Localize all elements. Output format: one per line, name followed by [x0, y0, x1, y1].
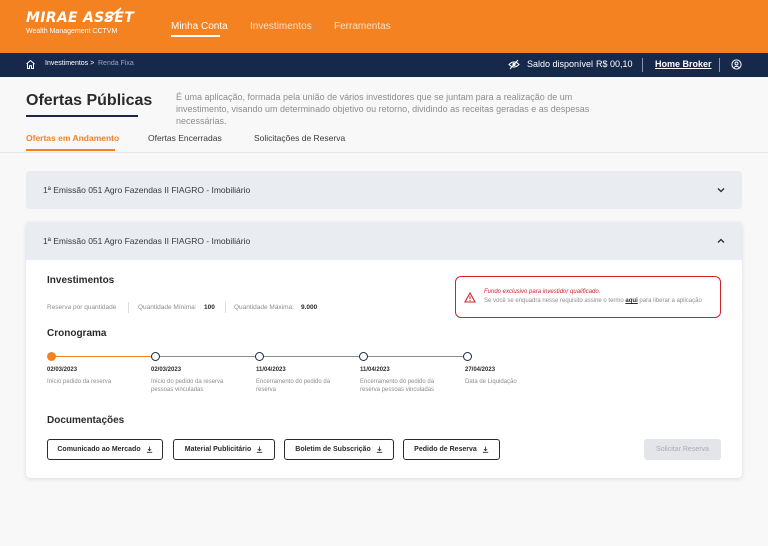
divider: [225, 302, 226, 313]
top-bar: MIRAE ASSET Wealth Management CCTVM Minh…: [0, 0, 768, 53]
nav-minha-conta[interactable]: Minha Conta: [171, 21, 228, 32]
quantidade-minima-value: 100: [204, 304, 215, 311]
quantidade-maxima-label: Quantidade Máxima:: [234, 304, 294, 311]
alert-text: Se você se enquadra nesse requisito assi…: [484, 298, 702, 304]
timeline-step-date: 11/04/2023: [360, 367, 390, 373]
nav-investimentos[interactable]: Investimentos: [250, 21, 312, 32]
brand-subtitle: Wealth Management CCTVM: [26, 28, 118, 35]
timeline-step-desc: Início pedido da reserva: [47, 379, 112, 385]
brand-swoosh-icon: [104, 7, 122, 21]
alert-text-after: para liberar a aplicação: [637, 298, 702, 304]
download-icon: [257, 446, 263, 453]
download-icon: [146, 446, 152, 453]
investimentos-title: Investimentos: [47, 275, 115, 286]
button-label: Pedido de Reserva: [414, 446, 477, 453]
timeline-step-desc: Data de Liquidação: [465, 379, 517, 385]
home-broker-link[interactable]: Home Broker: [655, 59, 712, 69]
tab-active-indicator: [26, 149, 115, 151]
quantidade-maxima-value: 9.000: [301, 304, 318, 311]
quantidade-minima-label: Quantidade Mínima:: [138, 304, 197, 311]
page-title: Ofertas Públicas: [26, 92, 153, 109]
offer-accordion-collapsed[interactable]: 1ª Emissão 051 Agro Fazendas II FIAGRO -…: [26, 171, 742, 209]
nav-active-indicator: [171, 35, 220, 37]
timeline-step-dot: [359, 352, 368, 361]
offer-accordion-header[interactable]: 1ª Emissão 051 Agro Fazendas II FIAGRO -…: [26, 222, 742, 260]
documentacoes-title: Documentações: [47, 415, 125, 426]
saldo-label: Saldo disponível: [527, 59, 594, 69]
alert-text-before: Se você se enquadra nesse requisito assi…: [484, 298, 626, 304]
title-underline: [26, 115, 138, 117]
divider: [642, 58, 643, 72]
breadcrumb-bar: Investimentos > Renda Fixa Saldo disponí…: [0, 53, 768, 77]
breadcrumb-renda-fixa: Renda Fixa: [98, 60, 134, 67]
chevron-down-icon[interactable]: [716, 185, 726, 195]
breadcrumb-investimentos[interactable]: Investimentos >: [45, 60, 94, 67]
download-icon: [376, 446, 382, 453]
qualified-investor-alert: Fundo exclusivo para investidor qualific…: [455, 276, 721, 318]
tab-solicitacoes-de-reserva[interactable]: Solicitações de Reserva: [254, 133, 345, 143]
brand-logo[interactable]: MIRAE ASSET Wealth Management CCTVM: [26, 7, 134, 36]
download-icon: [482, 446, 489, 453]
timeline-step-desc: Início do pedido da reserva pessoas vinc…: [151, 379, 224, 393]
button-label: Material Publicitário: [184, 446, 252, 453]
chevron-up-icon[interactable]: [716, 236, 726, 246]
button-label: Comunicado ao Mercado: [57, 446, 141, 453]
offer-title: 1ª Emissão 051 Agro Fazendas II FIAGRO -…: [43, 185, 251, 195]
solicitar-reserva-button[interactable]: Solicitar Reserva: [644, 439, 721, 460]
timeline-step-dot: [463, 352, 472, 361]
timeline-step-date: 27/04/2023: [465, 367, 496, 373]
warning-icon: [464, 292, 476, 303]
divider: [128, 302, 129, 313]
nav-ferramentas[interactable]: Ferramentas: [334, 21, 391, 32]
button-label: Boletim de Subscrição: [295, 446, 371, 453]
timeline-step-date: 02/03/2023: [47, 367, 78, 373]
home-icon[interactable]: [25, 59, 36, 70]
timeline-step-dot: [47, 352, 56, 361]
timeline-line: [155, 356, 467, 357]
offer-title: 1ª Emissão 051 Agro Fazendas II FIAGRO -…: [43, 236, 251, 246]
divider: [719, 58, 720, 72]
tab-ofertas-encerradas[interactable]: Ofertas Encerradas: [148, 133, 222, 143]
eye-off-icon[interactable]: [508, 59, 520, 70]
cronograma-title: Cronograma: [47, 328, 107, 339]
tab-ofertas-em-andamento[interactable]: Ofertas em Andamento: [26, 133, 119, 143]
tabs-divider: [0, 152, 768, 153]
pedido-de-reserva-button[interactable]: Pedido de Reserva: [403, 439, 500, 460]
timeline-step-dot: [255, 352, 264, 361]
page-description: É uma aplicação, formada pela união de v…: [176, 92, 590, 126]
user-icon[interactable]: [731, 59, 742, 70]
boletim-de-subscricao-button[interactable]: Boletim de Subscrição: [284, 439, 394, 460]
alert-link-aqui[interactable]: aqui: [625, 298, 637, 304]
timeline-progress-line: [52, 356, 151, 357]
saldo-value: R$ 00,10: [596, 59, 633, 69]
timeline-step-date: 02/03/2023: [151, 367, 182, 373]
timeline-step-date: 11/04/2023: [256, 367, 286, 373]
timeline-step-desc: Encerramento do pedido da reserva: [256, 379, 331, 393]
timeline-step-desc: Encerramento do pedido da reserva pessoa…: [360, 379, 435, 393]
comunicado-ao-mercado-button[interactable]: Comunicado ao Mercado: [47, 439, 163, 460]
reserva-por-quantidade: Reserva por quantidade: [47, 304, 117, 311]
alert-title: Fundo exclusivo para investidor qualific…: [484, 289, 601, 295]
material-publicitario-button[interactable]: Material Publicitário: [173, 439, 275, 460]
timeline-step-dot: [151, 352, 160, 361]
